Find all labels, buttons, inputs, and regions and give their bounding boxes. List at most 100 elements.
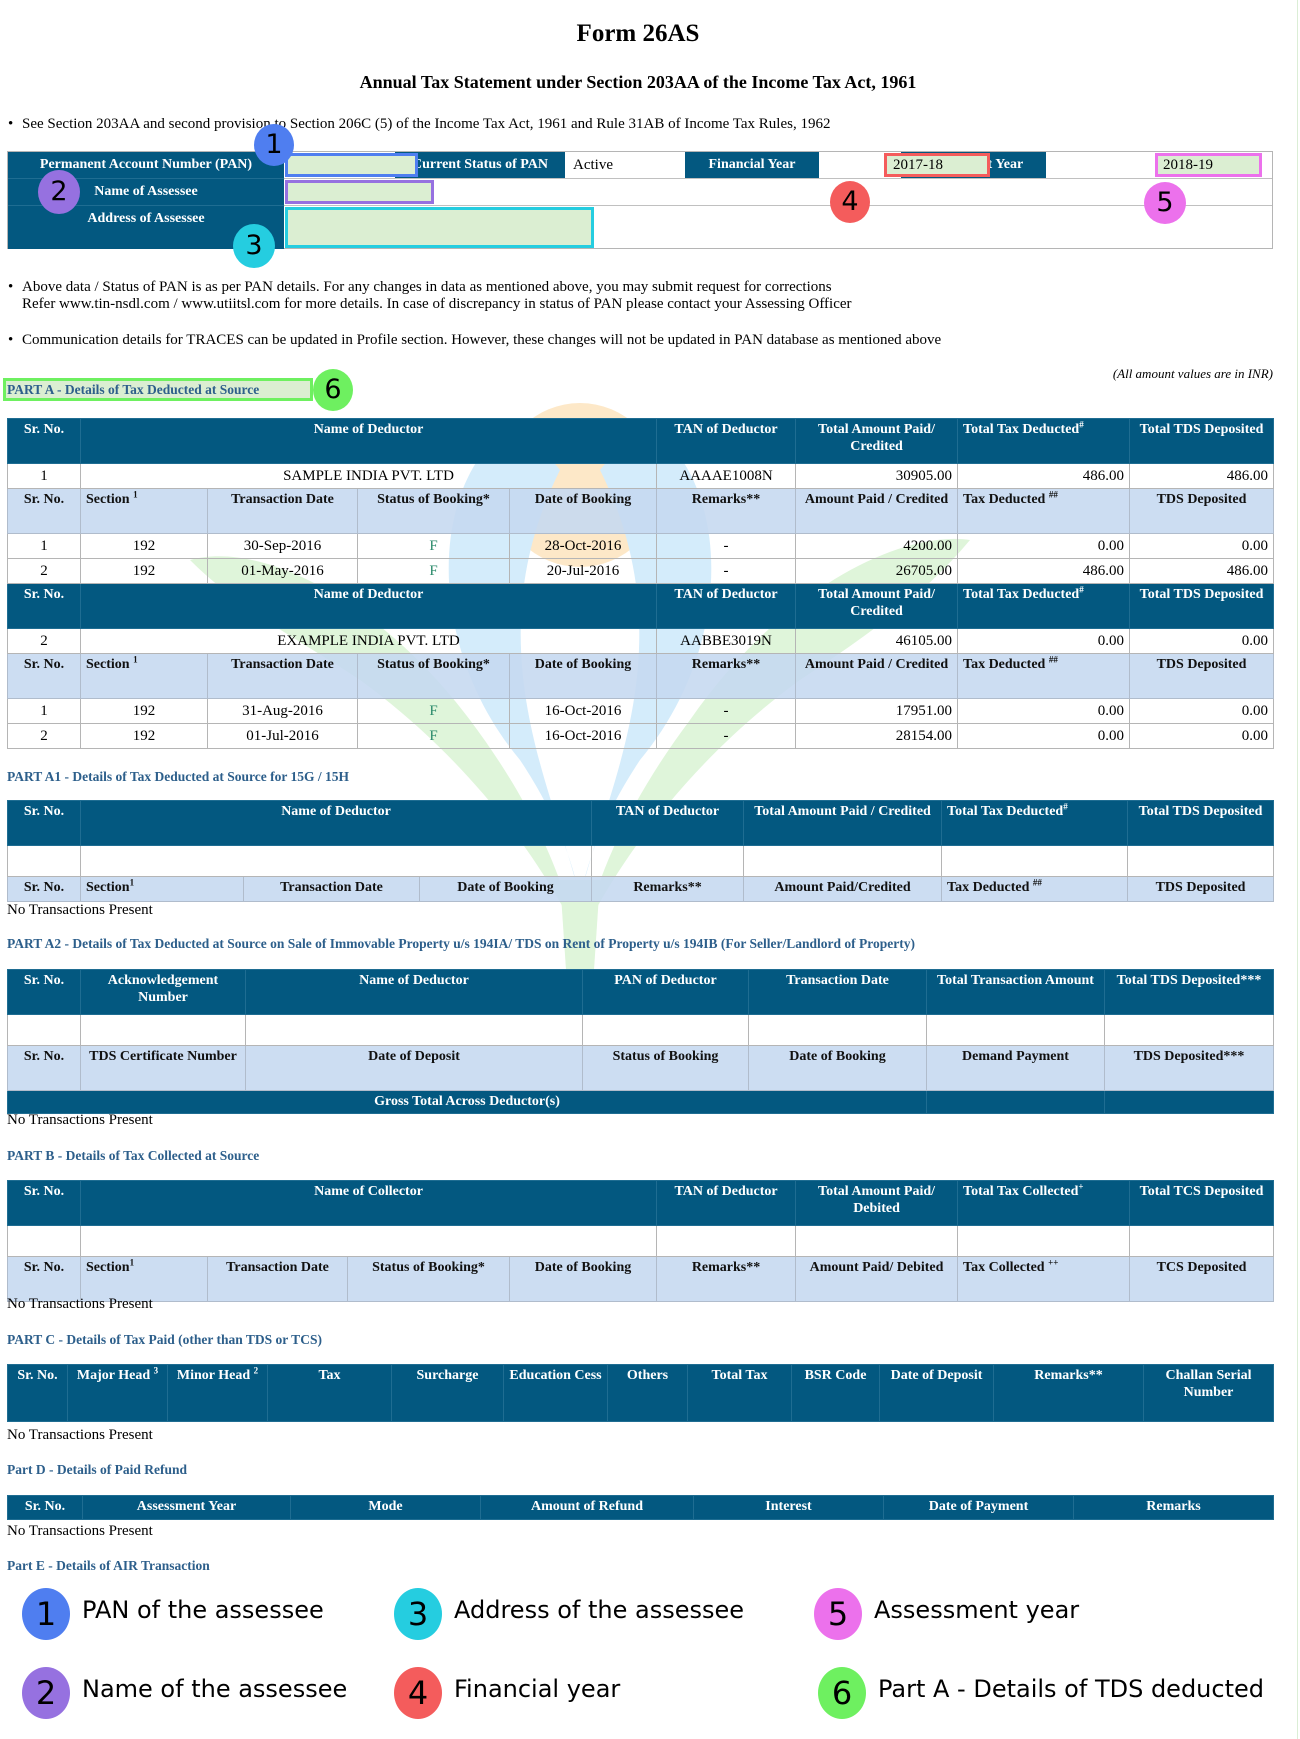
deductor-header-row: Sr. No. Name of Deductor TAN of Deductor To… bbox=[7, 583, 1275, 629]
total-tax-deducted: 0.00 bbox=[957, 628, 1131, 654]
pan-value-field bbox=[285, 153, 418, 177]
address-value-field bbox=[285, 207, 594, 248]
col-name-of-collector: Name of Collector bbox=[79, 1180, 658, 1226]
col-date-of-booking: Date of Booking bbox=[508, 653, 658, 699]
col-major-head: Major Head 3 bbox=[67, 1364, 168, 1422]
legend-label: Address of the assessee bbox=[454, 1596, 745, 1624]
col-sr-no: Sr. No. bbox=[7, 653, 81, 699]
deductor-name: EXAMPLE INDIA PVT. LTD bbox=[79, 628, 658, 654]
transaction-header-row: Sr. No. Section 1 Transaction Date Status o… bbox=[7, 653, 1275, 699]
txn-date: 01-Jul-2016 bbox=[207, 723, 358, 749]
txn-section: 192 bbox=[80, 533, 208, 559]
col-status-of-booking: Status of Booking bbox=[582, 1045, 749, 1091]
legend-label: Name of the assessee bbox=[82, 1675, 348, 1703]
col-sr-no: Sr. No. bbox=[7, 418, 81, 464]
gross-total-amount bbox=[926, 1090, 1105, 1114]
col-sr-no: Sr. No. bbox=[7, 969, 81, 1015]
col-remarks: Remarks bbox=[1073, 1495, 1274, 1520]
col-transaction-date: Transaction Date bbox=[207, 1256, 348, 1302]
transaction-row: 1 192 30-Sep-2016 F 28-Oct-2016-4200.00 0.00 0… bbox=[7, 533, 1275, 559]
part-a2-table: Sr. No. Acknowledgement Number Name of D… bbox=[7, 969, 1274, 1114]
col-tan: TAN of Deductor bbox=[656, 583, 797, 629]
txn-date: 01-May-2016 bbox=[207, 558, 358, 584]
part-a-table: Sr. No. Name of Deductor TAN of Deductor To… bbox=[7, 418, 1275, 749]
col-remarks: Remarks** bbox=[993, 1364, 1144, 1422]
name-value-field bbox=[285, 180, 434, 204]
col-total-amount: Total Amount Paid / Credited bbox=[743, 800, 943, 846]
col-pan-of-deductor: PAN of Deductor bbox=[582, 969, 749, 1015]
col-sr-no: Sr. No. bbox=[7, 1045, 81, 1091]
col-tan: TAN of Deductor bbox=[591, 800, 745, 846]
bullet-icon: • bbox=[8, 116, 14, 132]
legend-marker-1: 1 bbox=[22, 1588, 70, 1640]
col-bsr-code: BSR Code bbox=[791, 1364, 880, 1422]
col-surcharge: Surcharge bbox=[391, 1364, 504, 1422]
txn-remarks: - bbox=[656, 533, 797, 559]
txn-tds-deposited: 486.00 bbox=[1129, 558, 1275, 584]
gross-total-label: Gross Total Across Deductor(s) bbox=[7, 1090, 927, 1114]
col-total-tds: Total TDS Deposited bbox=[1129, 418, 1275, 464]
col-total-tcs: Total TCS Deposited bbox=[1129, 1180, 1275, 1226]
txn-tds-deposited: 0.00 bbox=[1129, 698, 1275, 724]
total-tds-deposited: 0.00 bbox=[1129, 628, 1275, 654]
deductor-sr-no: 2 bbox=[7, 628, 81, 654]
legend-label: Assessment year bbox=[874, 1596, 1080, 1624]
col-tds-deposited: TDS Deposited bbox=[1129, 653, 1275, 699]
total-tds-deposited: 486.00 bbox=[1129, 463, 1275, 489]
part-a-heading: PART A - Details of Tax Deducted at Sour… bbox=[7, 382, 260, 397]
col-date-of-booking: Date of Booking bbox=[508, 488, 658, 534]
annotation-marker-6: 6 bbox=[313, 369, 353, 411]
part-b-subheader-row: Sr. No. Section1 Transaction Date Status… bbox=[7, 1256, 1275, 1302]
part-d-empty-message: No Transactions Present bbox=[7, 1523, 153, 1539]
txn-amount: 4200.00 bbox=[795, 533, 959, 559]
col-name-of-deductor: Name of Deductor bbox=[79, 800, 593, 846]
assessment-year-value: 2018-19 bbox=[1155, 153, 1262, 177]
total-amount-paid: 46105.00 bbox=[795, 628, 959, 654]
pan-status-value: Active bbox=[573, 157, 613, 173]
part-e-heading: Part E - Details of AIR Transaction bbox=[7, 1558, 210, 1573]
col-total-tax-deducted: Total Tax Deducted# bbox=[957, 418, 1131, 464]
txn-section: 192 bbox=[80, 558, 208, 584]
note-section-203aa: • See Section 203AA and second provision … bbox=[8, 116, 831, 132]
col-tds-deposited: TDS Deposited bbox=[1127, 876, 1275, 902]
legend-label: PAN of the assessee bbox=[82, 1596, 324, 1624]
txn-sr-no: 1 bbox=[7, 698, 81, 724]
part-b-empty-message: No Transactions Present bbox=[7, 1296, 153, 1312]
part-a1-subheader-row: Sr. No. Section1 Transaction Date Date o… bbox=[7, 876, 1275, 902]
col-sr-no: Sr. No. bbox=[7, 583, 81, 629]
col-tax-deducted: Tax Deducted ## bbox=[957, 488, 1131, 534]
col-date-of-deposit: Date of Deposit bbox=[879, 1364, 994, 1422]
part-a2-header-row: Sr. No. Acknowledgement Number Name of D… bbox=[7, 969, 1274, 1015]
col-sr-no: Sr. No. bbox=[7, 800, 81, 846]
deductor-summary-row: 2 EXAMPLE INDIA PVT. LTD AABBE3019N 46105.0… bbox=[7, 628, 1275, 654]
total-tax-deducted: 486.00 bbox=[957, 463, 1131, 489]
gross-total-row: Gross Total Across Deductor(s) bbox=[7, 1090, 1274, 1114]
part-d-header-row: Sr. No. Assessment Year Mode Amount of R… bbox=[7, 1495, 1274, 1520]
col-date-of-booking: Date of Booking bbox=[748, 1045, 927, 1091]
txn-amount: 28154.00 bbox=[795, 723, 959, 749]
col-interest: Interest bbox=[693, 1495, 884, 1520]
col-total-amount: Total Amount Paid/ Debited bbox=[795, 1180, 959, 1226]
page-subtitle: Annual Tax Statement under Section 203AA… bbox=[359, 72, 917, 92]
txn-status: F bbox=[357, 723, 510, 749]
deductor-summary-row: 1 SAMPLE INDIA PVT. LTD AAAAE1008N 30905.00… bbox=[7, 463, 1275, 489]
part-a2-subheader-row: Sr. No. TDS Certificate Number Date of D… bbox=[7, 1045, 1274, 1091]
txn-tds-deposited: 0.00 bbox=[1129, 533, 1275, 559]
col-total-tds: Total TDS Deposited bbox=[1129, 583, 1275, 629]
col-total-tds: Total TDS Deposited bbox=[1127, 800, 1275, 846]
col-date-of-payment: Date of Payment bbox=[883, 1495, 1074, 1520]
annotation-marker-2: 2 bbox=[38, 170, 80, 214]
col-section: Section 1 bbox=[80, 488, 208, 534]
col-tan: TAN of Deductor bbox=[656, 418, 797, 464]
deductor-name: SAMPLE INDIA PVT. LTD bbox=[79, 463, 658, 489]
legend-marker-3: 3 bbox=[394, 1588, 442, 1640]
txn-remarks: - bbox=[656, 698, 797, 724]
col-amount-paid: Amount Paid / Credited bbox=[795, 653, 959, 699]
col-tds-deposited: TDS Deposited*** bbox=[1104, 1045, 1274, 1091]
col-name-of-deductor: Name of Deductor bbox=[245, 969, 583, 1015]
col-total-transaction-amount: Total Transaction Amount bbox=[926, 969, 1105, 1015]
col-date-of-booking: Date of Booking bbox=[508, 1256, 658, 1302]
txn-date: 31-Aug-2016 bbox=[207, 698, 358, 724]
col-tax: Tax bbox=[267, 1364, 392, 1422]
col-status-of-booking: Status of Booking* bbox=[357, 653, 510, 699]
